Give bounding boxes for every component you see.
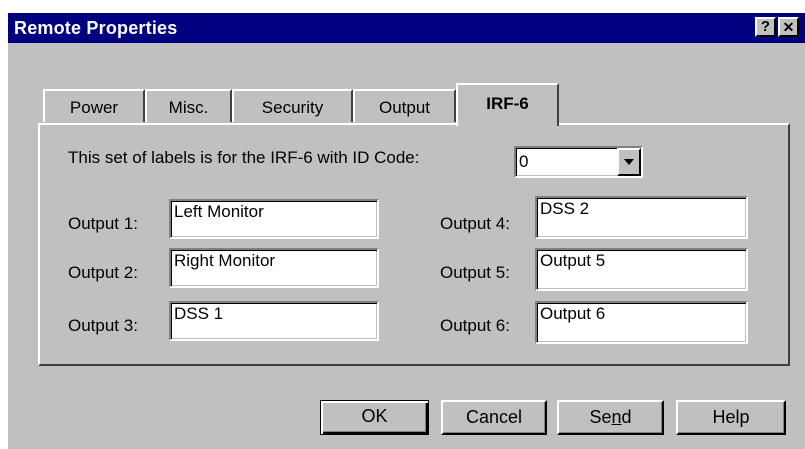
chevron-down-icon	[624, 159, 634, 165]
send-button[interactable]: Send	[557, 400, 664, 435]
output-1-value: Left Monitor	[174, 202, 264, 221]
tab-misc[interactable]: Misc.	[145, 89, 232, 122]
output-5-label: Output 5:	[440, 263, 510, 282]
tab-label: Misc.	[168, 98, 209, 117]
tab-label: IRF-6	[486, 94, 529, 113]
help-label: Help	[712, 407, 750, 427]
title-bar[interactable]: Remote Properties ? ✕	[8, 13, 805, 43]
send-label-part: Se	[589, 407, 612, 427]
send-label-part: d	[621, 407, 632, 427]
tab-security[interactable]: Security	[232, 89, 353, 122]
output-6-label: Output 6:	[440, 316, 510, 335]
output-2-field[interactable]: Right Monitor	[169, 248, 379, 288]
tab-output[interactable]: Output	[353, 89, 456, 122]
window-title: Remote Properties	[14, 18, 178, 38]
id-code-value: 0	[519, 152, 529, 171]
help-question-button[interactable]: ?	[755, 17, 776, 37]
remote-properties-dialog: Remote Properties ? ✕ Power Misc. Securi…	[8, 13, 805, 449]
output-4-field[interactable]: DSS 2	[535, 196, 748, 239]
output-5-value: Output 5	[540, 251, 606, 270]
output-5-field[interactable]: Output 5	[535, 248, 748, 291]
output-4-label: Output 4:	[440, 214, 510, 233]
send-label: Send	[589, 407, 631, 427]
question-icon: ?	[760, 18, 771, 35]
cancel-label: Cancel	[465, 407, 523, 427]
output-3-value: DSS 1	[174, 304, 224, 323]
id-code-label: This set of labels is for the IRF-6 with…	[68, 148, 420, 167]
output-2-label: Output 2:	[68, 263, 138, 282]
close-icon: ✕	[782, 19, 795, 35]
ok-label: OK	[361, 406, 388, 426]
tab-irf6[interactable]: IRF-6	[456, 83, 559, 126]
tab-label: Power	[69, 98, 119, 117]
output-4-value: DSS 2	[540, 199, 590, 218]
help-button[interactable]: Help	[676, 400, 786, 435]
output-2-value: Right Monitor	[174, 251, 276, 270]
output-1-label: Output 1:	[68, 214, 138, 233]
tab-power[interactable]: Power	[43, 89, 145, 122]
dropdown-arrow-button[interactable]	[617, 148, 641, 176]
cancel-button[interactable]: Cancel	[441, 400, 547, 435]
ok-button[interactable]: OK	[320, 400, 429, 435]
tab-label: Output	[378, 98, 431, 117]
id-code-dropdown[interactable]: 0	[514, 146, 643, 178]
output-6-value: Output 6	[540, 304, 606, 323]
output-1-field[interactable]: Left Monitor	[169, 199, 379, 239]
output-6-field[interactable]: Output 6	[535, 301, 748, 344]
close-button[interactable]: ✕	[778, 17, 799, 37]
tab-label: Security	[261, 98, 324, 117]
output-3-label: Output 3:	[68, 316, 138, 335]
output-3-field[interactable]: DSS 1	[169, 301, 379, 341]
send-accelerator-key: n	[611, 407, 622, 427]
